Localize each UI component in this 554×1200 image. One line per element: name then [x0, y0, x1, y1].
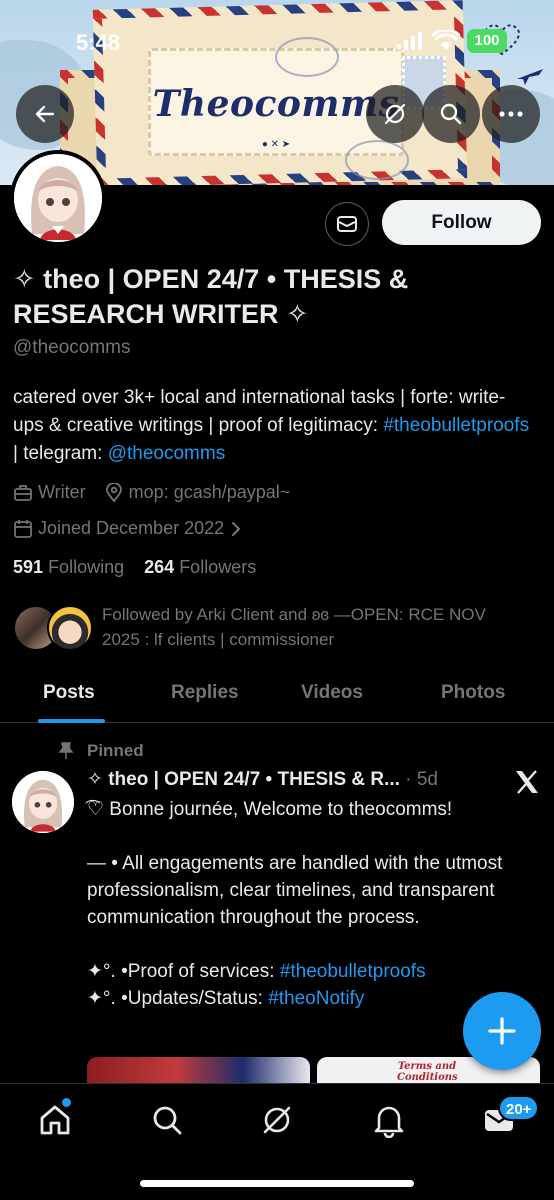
joined-date: Joined December 2022 — [38, 518, 225, 538]
grok-button[interactable] — [366, 85, 424, 143]
active-tab-indicator — [38, 719, 105, 723]
pinned-text: Pinned — [87, 741, 144, 760]
pin-icon — [58, 742, 74, 759]
follow-counts: 591 Following 264 Followers — [13, 557, 256, 578]
post-body[interactable]: ͡♡ Bonne journée, Welcome to theocomms! … — [87, 796, 527, 1012]
envelope-icon — [337, 216, 357, 232]
search-button[interactable] — [422, 85, 480, 143]
chevron-right-icon — [232, 521, 241, 536]
briefcase-icon — [14, 484, 32, 501]
calendar-icon — [14, 519, 32, 538]
avatar-image — [14, 154, 102, 242]
tab-posts[interactable]: Posts — [43, 682, 95, 704]
follower-avatar — [47, 605, 93, 651]
grok-icon — [384, 103, 406, 125]
bell-icon[interactable] — [371, 1102, 407, 1138]
mention-link[interactable]: @theocomms — [108, 443, 226, 464]
postmark — [345, 140, 409, 180]
user-handle: @theocomms — [13, 337, 131, 358]
post-author-avatar[interactable] — [12, 771, 74, 833]
pinned-label: Pinned — [58, 741, 144, 761]
followers-link[interactable]: 264 Followers — [144, 557, 256, 577]
x-logo-icon — [516, 770, 538, 794]
home-icon[interactable] — [37, 1102, 73, 1138]
post-author-name[interactable]: ✧ theo | OPEN 24/7 • THESIS & R... — [87, 769, 400, 790]
hashtag-link[interactable]: #theobulletproofs — [280, 961, 426, 982]
media-caption: Terms and Conditions — [397, 1061, 458, 1083]
grok-icon[interactable] — [259, 1102, 295, 1138]
profile-bio: catered over 3k+ local and international… — [13, 384, 533, 468]
search-icon[interactable] — [149, 1102, 185, 1138]
avatar-illustration — [12, 771, 74, 833]
signal-icon — [397, 32, 423, 50]
following-label: Following — [48, 557, 125, 577]
avatar-illustration — [14, 154, 102, 242]
brand-logo: Theocomms — [152, 83, 400, 125]
post-line: ✦°. •Proof of services: #theobulletproof… — [87, 961, 426, 982]
bio-text: | telegram: — [13, 443, 108, 464]
followers-count: 264 — [144, 557, 175, 577]
tab-replies[interactable]: Replies — [171, 682, 239, 704]
post-paragraph: — • All engagements are handled with the… — [87, 853, 503, 928]
joined-row[interactable]: Joined December 2022 — [13, 518, 247, 539]
location-pin-icon — [105, 482, 122, 502]
tab-photos[interactable]: Photos — [441, 682, 505, 704]
messages-badge: 20+ — [498, 1095, 540, 1121]
battery-indicator: 100 — [467, 29, 507, 53]
profile-location: mop: gcash/paypal~ — [128, 482, 291, 502]
hashtag-link[interactable]: #theoNotify — [268, 988, 364, 1009]
more-dots-icon — [499, 111, 523, 117]
tab-videos[interactable]: Videos — [301, 682, 363, 704]
more-button[interactable] — [482, 85, 540, 143]
post-header: ✧ theo | OPEN 24/7 • THESIS & R... · 5d — [87, 768, 487, 791]
following-link[interactable]: 591 Following — [13, 557, 124, 577]
display-name: ✧ theo | OPEN 24/7 • THESIS & RESEARCH W… — [13, 264, 409, 329]
status-time: 5:48 — [76, 30, 121, 55]
arrow-left-icon — [35, 105, 55, 123]
plus-icon — [488, 1017, 516, 1045]
hashtag-link[interactable]: #theobulletproofs — [383, 415, 529, 436]
compose-button[interactable] — [463, 992, 541, 1070]
wifi-icon — [432, 30, 460, 50]
profile-tabs: Posts Replies Videos Photos — [0, 668, 554, 723]
profile-category: Writer — [38, 482, 86, 502]
search-icon — [440, 103, 462, 125]
post-line: ✦°. •Updates/Status: #theoNotify — [87, 988, 365, 1009]
post-line: ͡♡ Bonne journée, Welcome to theocomms! — [87, 799, 453, 820]
followed-by-text[interactable]: Followed by Arki Client and ʚɞ —OPEN: RC… — [102, 602, 522, 652]
status-bar: 5:48 100 — [0, 0, 554, 80]
post-time[interactable]: · 5d — [400, 769, 438, 790]
notification-dot — [62, 1098, 71, 1107]
following-count: 591 — [13, 557, 44, 577]
profile-avatar[interactable] — [10, 150, 106, 246]
back-button[interactable] — [16, 85, 74, 143]
home-indicator — [140, 1180, 414, 1187]
followers-label: Followers — [179, 557, 257, 577]
message-button[interactable] — [325, 202, 369, 246]
follow-button[interactable]: Follow — [382, 200, 541, 245]
profile-meta-row: Writer mop: gcash/paypal~ — [13, 482, 290, 503]
followed-by-avatars[interactable] — [13, 605, 93, 653]
